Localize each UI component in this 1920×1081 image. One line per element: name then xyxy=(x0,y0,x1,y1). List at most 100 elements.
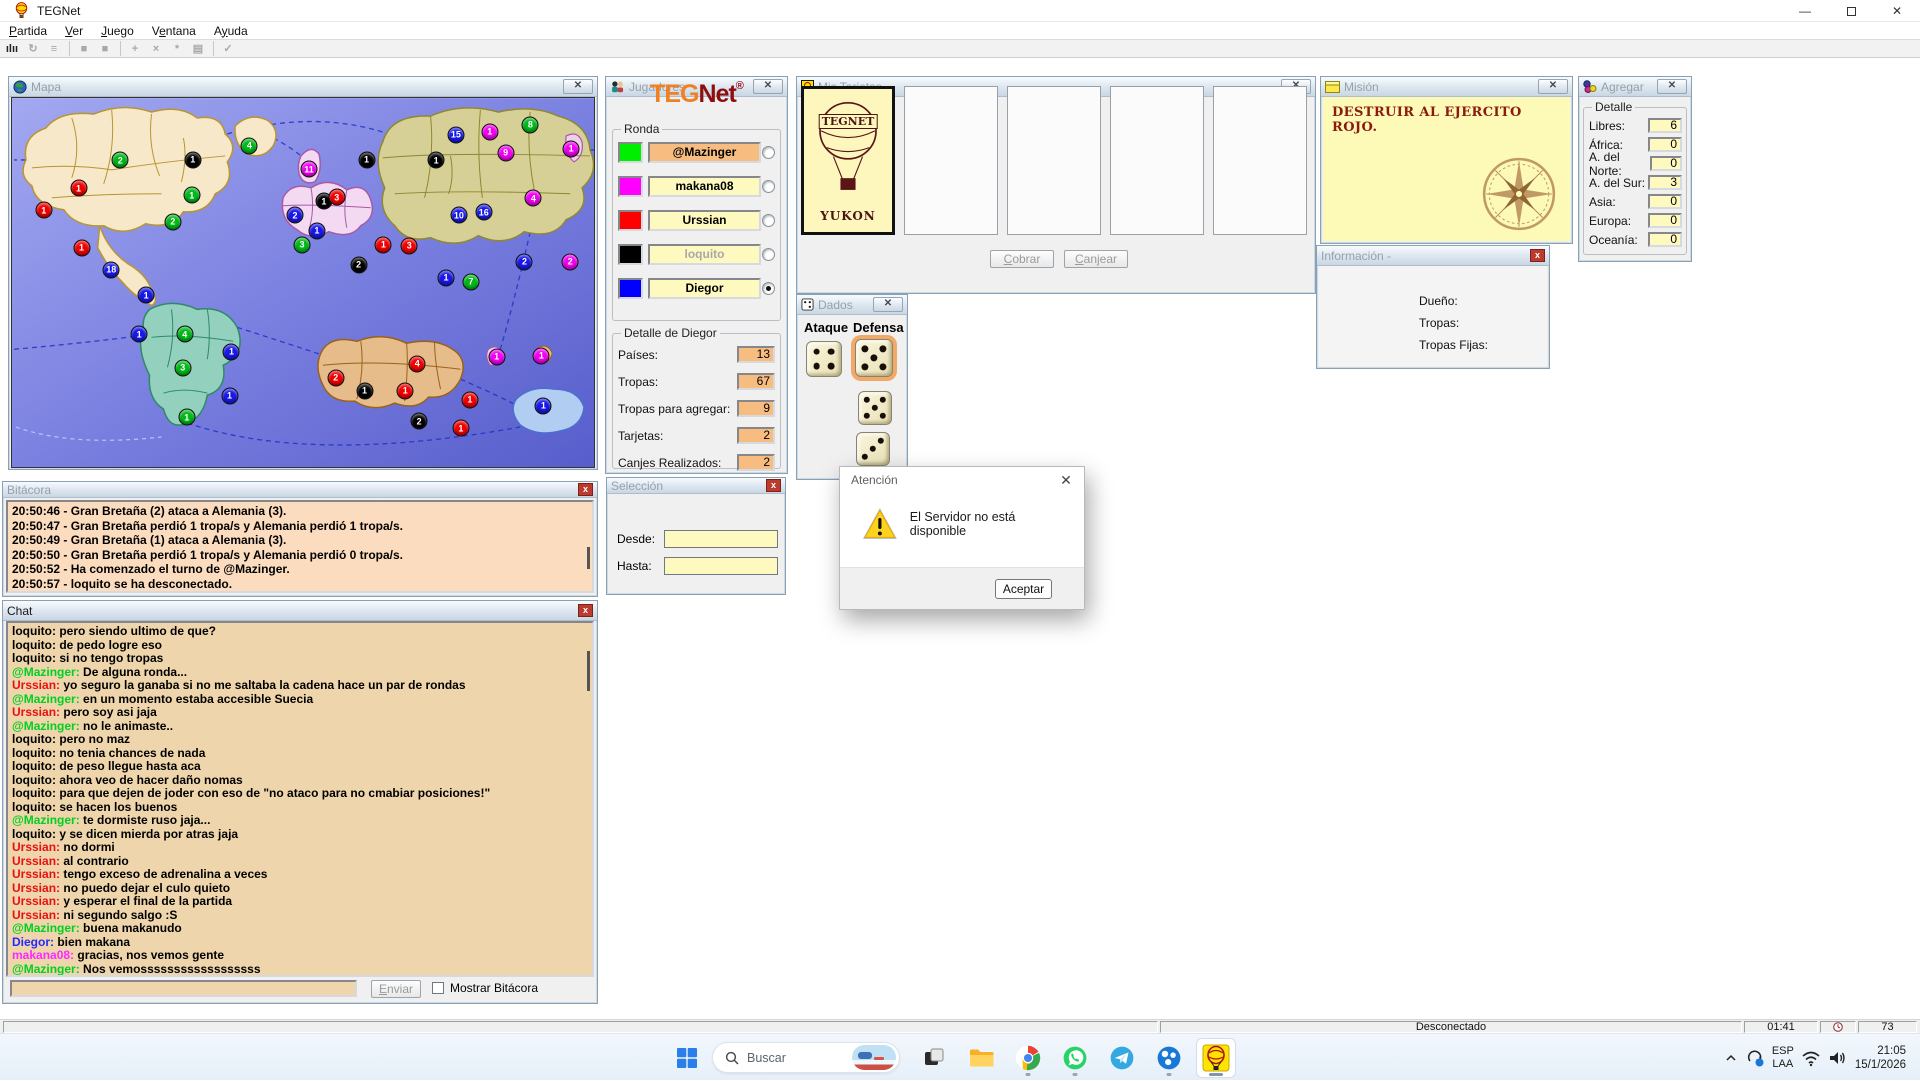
army-marker[interactable]: 4 xyxy=(408,355,426,373)
player-radio[interactable] xyxy=(762,214,775,227)
to-input[interactable] xyxy=(664,557,778,575)
army-marker[interactable]: 9 xyxy=(497,144,515,162)
army-marker[interactable]: 3 xyxy=(328,188,346,206)
army-marker[interactable]: 1 xyxy=(461,391,479,409)
telegram-button[interactable] xyxy=(1103,1039,1141,1077)
army-marker[interactable]: 2 xyxy=(350,256,368,274)
chat-titlebar[interactable]: Chat x xyxy=(3,601,597,621)
army-marker[interactable]: 1 xyxy=(222,343,240,361)
army-marker[interactable]: 2 xyxy=(515,253,533,271)
army-marker[interactable]: 1 xyxy=(427,151,445,169)
tegnet-taskbar-button[interactable] xyxy=(1197,1039,1235,1077)
player-radio[interactable] xyxy=(762,248,775,261)
log-titlebar[interactable]: Bitácora x xyxy=(3,482,597,498)
army-marker[interactable]: 3 xyxy=(400,237,418,255)
sync-tray-icon[interactable] xyxy=(1745,1048,1765,1068)
toolbar-regroup-icon[interactable]: * xyxy=(167,40,187,57)
whatsapp-button[interactable] xyxy=(1056,1039,1094,1077)
army-marker[interactable]: 2 xyxy=(327,369,345,387)
info-close-icon[interactable]: x xyxy=(1530,249,1545,262)
menu-ayuda[interactable]: Ayuda xyxy=(205,24,257,38)
army-marker[interactable]: 1 xyxy=(396,382,414,400)
army-marker[interactable]: 1 xyxy=(562,140,580,158)
army-marker[interactable]: 1 xyxy=(308,222,326,240)
army-marker[interactable]: 11 xyxy=(300,160,318,178)
add-close-icon[interactable]: ✕ xyxy=(1657,79,1687,94)
start-button[interactable] xyxy=(668,1039,706,1077)
close-button[interactable]: ✕ xyxy=(1874,0,1920,22)
menu-ventana[interactable]: Ventana xyxy=(143,24,205,38)
army-marker[interactable]: 1 xyxy=(184,151,202,168)
army-marker[interactable]: 4 xyxy=(176,325,194,343)
selection-titlebar[interactable]: Selección x xyxy=(607,478,785,494)
empty-card-slot[interactable] xyxy=(1007,86,1101,235)
collect-card-button[interactable]: Cobrar xyxy=(990,250,1054,268)
army-marker[interactable]: 1 xyxy=(481,123,499,141)
army-marker[interactable]: 3 xyxy=(293,236,311,254)
dice-titlebar[interactable]: Dados ✕ xyxy=(797,295,907,315)
toolbar-pause-icon[interactable]: ■ xyxy=(95,40,115,57)
army-marker[interactable]: 1 xyxy=(137,286,155,304)
army-marker[interactable]: 2 xyxy=(561,253,579,271)
info-titlebar[interactable]: Información - x xyxy=(1317,246,1549,266)
army-marker[interactable]: 1 xyxy=(358,151,376,168)
empty-card-slot[interactable] xyxy=(1110,86,1204,235)
army-marker[interactable]: 2 xyxy=(286,206,304,224)
world-map[interactable]: 2 1 1 1 1 2 4 1 18 1 11 1 15 1 8 9 1 1 16 4 10 1 3 2 1 3 1 3 2 2 1 7 2 1 4… xyxy=(11,97,595,468)
mission-close-icon[interactable]: ✕ xyxy=(1538,79,1568,94)
map-close-icon[interactable]: ✕ xyxy=(563,79,593,94)
minimize-button[interactable]: — xyxy=(1782,0,1828,22)
add-titlebar[interactable]: Agregar ✕ xyxy=(1579,77,1691,97)
accept-button[interactable]: Aceptar xyxy=(995,579,1052,599)
army-marker[interactable]: 1 xyxy=(178,408,196,426)
player-radio[interactable] xyxy=(762,146,775,159)
toolbar-refresh-icon[interactable]: ↻ xyxy=(23,40,43,57)
chat-close-icon[interactable]: x xyxy=(578,604,593,617)
toolbar-list-icon[interactable]: ≡ xyxy=(44,40,64,57)
army-marker[interactable]: 8 xyxy=(521,116,539,134)
toolbar-attack-icon[interactable]: × xyxy=(146,40,166,57)
toolbar-end-turn-icon[interactable]: ✓ xyxy=(218,40,238,57)
army-marker[interactable]: 1 xyxy=(35,201,53,219)
menu-partida[interactable]: Partida xyxy=(0,24,56,38)
army-marker[interactable]: 1 xyxy=(73,239,91,257)
ball-app-button[interactable] xyxy=(1150,1039,1188,1077)
army-marker[interactable]: 7 xyxy=(462,273,480,290)
log-list[interactable]: 20:50:46 - Gran Bretaña (2) ataca a Alem… xyxy=(6,500,594,593)
chrome-button[interactable] xyxy=(1009,1039,1047,1077)
army-marker[interactable]: 1 xyxy=(437,269,455,287)
dice-close-icon[interactable]: ✕ xyxy=(873,297,903,312)
army-marker[interactable]: 1 xyxy=(221,387,238,405)
wifi-icon[interactable] xyxy=(1801,1049,1821,1067)
army-marker[interactable]: 1 xyxy=(70,179,88,197)
army-marker[interactable]: 1 xyxy=(183,186,201,204)
selection-close-icon[interactable]: x xyxy=(766,479,781,492)
task-view-button[interactable] xyxy=(915,1039,953,1077)
country-card[interactable]: TEGNET YUKON xyxy=(801,86,895,235)
show-log-checkbox[interactable] xyxy=(432,982,444,994)
army-marker[interactable]: 1 xyxy=(374,236,392,254)
maximize-button[interactable] xyxy=(1828,0,1874,22)
army-marker[interactable]: 10 xyxy=(450,206,468,224)
chat-message-list[interactable]: loquito: pero siendo ultimo de que? loqui… xyxy=(6,621,594,977)
dialog-titlebar[interactable]: Atención ✕ xyxy=(840,467,1084,493)
log-scrollbar[interactable] xyxy=(587,547,590,569)
from-input[interactable] xyxy=(664,530,778,548)
army-marker[interactable]: 1 xyxy=(356,382,374,400)
mission-titlebar[interactable]: Misión ✕ xyxy=(1321,77,1572,97)
player-radio[interactable] xyxy=(762,180,775,193)
dialog-close-icon[interactable]: ✕ xyxy=(1048,472,1084,489)
army-marker[interactable]: 2 xyxy=(410,412,428,430)
army-marker[interactable]: 1 xyxy=(488,348,506,366)
chat-input[interactable] xyxy=(10,980,357,997)
exchange-cards-button[interactable]: Canjear xyxy=(1064,250,1128,268)
toolbar-stop-icon[interactable]: ■ xyxy=(74,40,94,57)
file-explorer-button[interactable] xyxy=(962,1039,1000,1077)
toolbar-cards-icon[interactable]: ▤ xyxy=(188,40,208,57)
army-marker[interactable]: 4 xyxy=(524,189,542,207)
chat-scrollbar[interactable] xyxy=(587,651,590,691)
map-titlebar[interactable]: Mapa ✕ xyxy=(9,77,597,97)
empty-card-slot[interactable] xyxy=(904,86,998,235)
search-box[interactable]: Buscar xyxy=(712,1042,900,1073)
army-marker[interactable]: 2 xyxy=(164,213,182,231)
